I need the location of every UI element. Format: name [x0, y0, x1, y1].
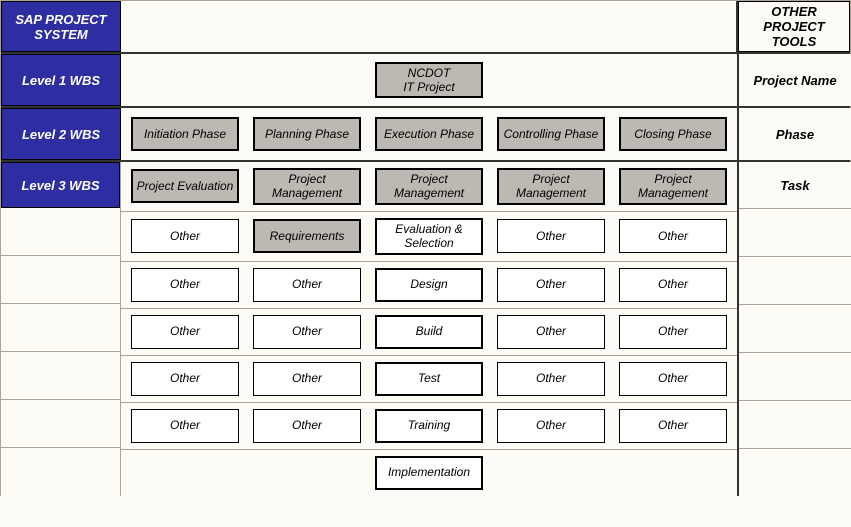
level1-mid: NCDOT IT Project: [121, 54, 739, 106]
phase-controlling: Controlling Phase: [497, 117, 605, 151]
task-box: Project Management: [375, 168, 483, 205]
task-box: Build: [375, 315, 483, 349]
header-left: SAP PROJECT SYSTEM: [1, 1, 121, 52]
phase-initiation: Initiation Phase: [131, 117, 239, 151]
task-box: Implementation: [375, 456, 483, 490]
task-box: Other: [253, 409, 361, 443]
level3-label: Level 3 WBS: [1, 162, 120, 208]
task-box: Other: [131, 268, 239, 302]
level1-right: Project Name: [739, 54, 851, 106]
level1-label: Level 1 WBS: [1, 54, 121, 106]
task-box: Requirements: [253, 219, 361, 253]
task-box: Other: [131, 362, 239, 396]
level3-grid: Project Evaluation Project Management Pr…: [121, 162, 739, 496]
task-box: Other: [497, 315, 605, 349]
task-box: Other: [497, 362, 605, 396]
level2-row: Level 2 WBS Initiation Phase Planning Ph…: [1, 108, 850, 162]
level3-right: Task: [739, 162, 851, 208]
header-mid: [121, 1, 738, 52]
task-box: Design: [375, 268, 483, 302]
level3-block: Level 3 WBS Project Evaluation Project M…: [1, 162, 850, 496]
task-box: Other: [253, 268, 361, 302]
task-box: Other: [619, 409, 727, 443]
header-row: SAP PROJECT SYSTEM OTHER PROJECT TOOLS: [1, 1, 850, 54]
task-box: Evaluation & Selection: [375, 218, 483, 255]
level2-right: Phase: [739, 108, 851, 160]
phase-closing: Closing Phase: [619, 117, 727, 151]
task-box: Other: [619, 219, 727, 253]
task-box: Other: [497, 409, 605, 443]
l1-project-box: NCDOT IT Project: [375, 62, 483, 99]
level1-row: Level 1 WBS NCDOT IT Project Project Nam…: [1, 54, 850, 108]
level2-mid: Initiation Phase Planning Phase Executio…: [121, 108, 739, 160]
task-box: Project Management: [497, 168, 605, 205]
task-box: Other: [497, 219, 605, 253]
task-box: Other: [131, 219, 239, 253]
task-box: Other: [131, 409, 239, 443]
task-box: Other: [497, 268, 605, 302]
level2-label: Level 2 WBS: [1, 108, 121, 160]
task-box: Other: [253, 315, 361, 349]
task-box: Other: [619, 268, 727, 302]
task-box: Other: [619, 315, 727, 349]
task-box: Project Management: [619, 168, 727, 205]
task-box: Project Evaluation: [131, 169, 239, 203]
wbs-diagram: SAP PROJECT SYSTEM OTHER PROJECT TOOLS L…: [0, 0, 851, 496]
task-box: Other: [253, 362, 361, 396]
task-box: Project Management: [253, 168, 361, 205]
task-box: Training: [375, 409, 483, 443]
task-box: Test: [375, 362, 483, 396]
header-right: OTHER PROJECT TOOLS: [738, 1, 850, 52]
phase-execution: Execution Phase: [375, 117, 483, 151]
phase-planning: Planning Phase: [253, 117, 361, 151]
task-box: Other: [131, 315, 239, 349]
task-box: Other: [619, 362, 727, 396]
